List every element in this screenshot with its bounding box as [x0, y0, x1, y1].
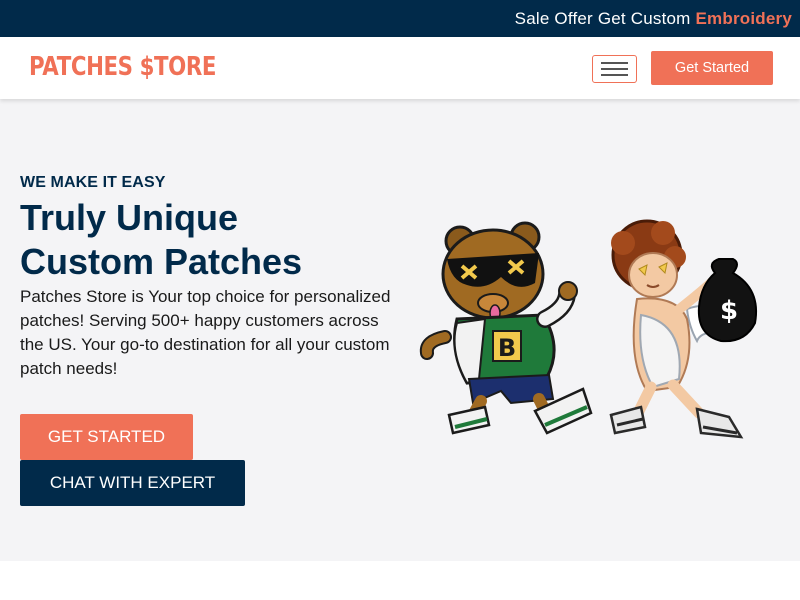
announcement-highlight[interactable]: Embroidery: [696, 9, 792, 29]
hero-headline: Truly Unique Custom Patches: [20, 196, 400, 284]
hamburger-icon: [601, 62, 628, 64]
get-started-button[interactable]: GET STARTED: [20, 414, 193, 460]
hero-eyebrow: WE MAKE IT EASY: [20, 174, 166, 191]
hero-section: WE MAKE IT EASY Truly Unique Custom Patc…: [0, 99, 800, 561]
hero-headline-line-2: Custom Patches: [20, 241, 303, 282]
hamburger-menu-button[interactable]: [592, 55, 637, 83]
hamburger-icon: [601, 68, 628, 70]
chat-with-expert-button[interactable]: CHAT WITH EXPERT: [20, 460, 245, 506]
hero-description: Patches Store is Your top choice for per…: [20, 287, 391, 378]
announcement-bar: Sale Offer Get Custom Embroidery: [0, 0, 800, 37]
hamburger-icon: [601, 74, 628, 76]
hero-patch-illustration: B $: [419, 219, 757, 439]
cherub-patch-image: $: [609, 219, 757, 439]
logo[interactable]: PATCHES $TORE: [29, 52, 216, 82]
announcement-text: Sale Offer Get Custom: [514, 8, 691, 28]
svg-text:B: B: [498, 334, 516, 362]
svg-text:$: $: [720, 296, 738, 326]
header-get-started-button[interactable]: Get Started: [651, 51, 773, 85]
hero-headline-line-1: Truly Unique: [20, 197, 239, 238]
bear-patch-image: B: [419, 221, 593, 435]
site-header: PATCHES $TORE Get Started: [0, 37, 800, 99]
